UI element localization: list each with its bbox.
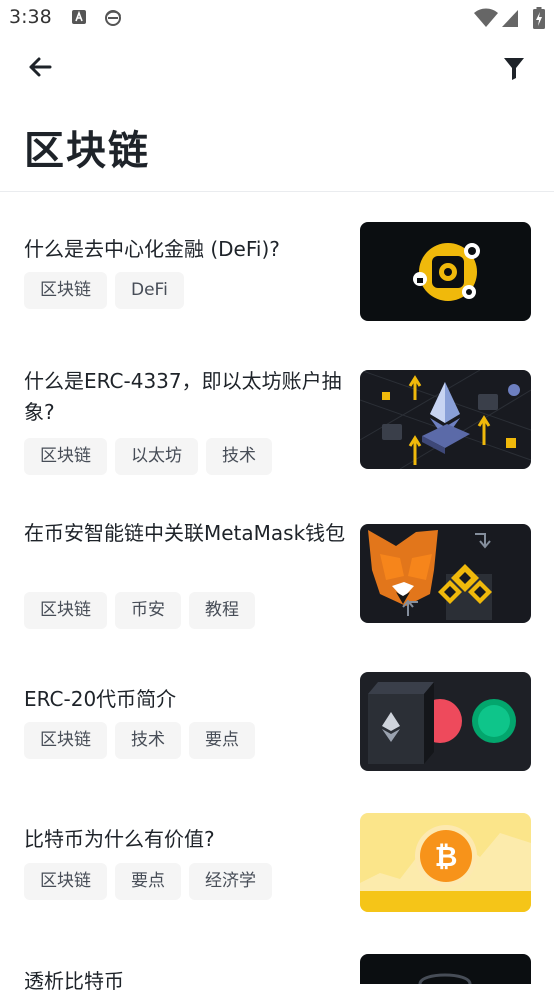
article-title[interactable]: ERC-20代币简介 — [24, 684, 346, 715]
article-item[interactable]: 比特币为什么有价值? 区块链 要点 经济学 ₿ — [0, 813, 554, 923]
filter-button[interactable] — [496, 50, 532, 86]
tag-chip[interactable]: 经济学 — [189, 863, 272, 900]
article-item[interactable]: 什么是ERC-4337，即以太坊账户抽象? 区块链 以太坊 技术 — [0, 369, 554, 480]
article-thumbnail-bitcoin[interactable]: ₿ — [360, 813, 531, 912]
article-thumbnail-ethereum[interactable] — [360, 370, 531, 469]
tag-chip[interactable]: 币安 — [115, 592, 181, 629]
article-tags: 区块链 币安 教程 — [24, 592, 255, 629]
article-tags: 区块链 DeFi — [24, 272, 184, 309]
article-thumbnail-bitcoin-dark[interactable] — [360, 954, 531, 984]
article-thumbnail-defi[interactable] — [360, 222, 531, 321]
article-title[interactable]: 什么是去中心化金融 (DeFi)? — [24, 234, 346, 265]
page-title: 区块链 — [24, 128, 150, 174]
top-app-bar — [0, 40, 554, 96]
notification-a-icon — [71, 9, 87, 29]
tag-chip[interactable]: 要点 — [115, 863, 181, 900]
article-thumbnail-metamask[interactable] — [360, 524, 531, 623]
tag-chip[interactable]: 区块链 — [24, 272, 107, 309]
battery-icon — [533, 7, 545, 33]
tag-chip[interactable]: DeFi — [115, 272, 184, 309]
browser-e-icon — [104, 9, 122, 31]
article-thumbnail-erc20[interactable] — [360, 672, 531, 771]
tag-chip[interactable]: 教程 — [189, 592, 255, 629]
tag-chip[interactable]: 技术 — [115, 722, 181, 759]
article-title[interactable]: 透析比特币 — [24, 966, 346, 997]
filter-icon — [504, 58, 524, 80]
tag-chip[interactable]: 以太坊 — [115, 438, 198, 475]
article-item[interactable]: 在币安智能链中关联MetaMask钱包 区块链 币安 教程 — [0, 521, 554, 634]
wifi-icon — [474, 8, 498, 32]
back-button[interactable] — [22, 50, 58, 86]
article-title[interactable]: 在币安智能链中关联MetaMask钱包 — [24, 518, 346, 549]
article-title[interactable]: 什么是ERC-4337，即以太坊账户抽象? — [24, 366, 346, 428]
article-item[interactable]: 什么是去中心化金融 (DeFi)? 区块链 DeFi — [0, 222, 554, 332]
article-tags: 区块链 以太坊 技术 — [24, 438, 272, 475]
tag-chip[interactable]: 区块链 — [24, 438, 107, 475]
status-bar: 3:38 — [0, 0, 554, 36]
tag-chip[interactable]: 要点 — [189, 722, 255, 759]
article-tags: 区块链 技术 要点 — [24, 722, 255, 759]
tag-chip[interactable]: 区块链 — [24, 863, 107, 900]
article-item[interactable]: ERC-20代币简介 区块链 技术 要点 — [0, 672, 554, 782]
back-arrow-icon — [29, 57, 52, 77]
article-item[interactable]: 透析比特币 — [0, 954, 554, 993]
tag-chip[interactable]: 技术 — [206, 438, 272, 475]
header-divider — [0, 191, 554, 192]
svg-text:₿: ₿ — [435, 840, 458, 873]
article-tags: 区块链 要点 经济学 — [24, 863, 272, 900]
status-time: 3:38 — [9, 6, 52, 28]
signal-icon — [501, 8, 519, 32]
tag-chip[interactable]: 区块链 — [24, 592, 107, 629]
tag-chip[interactable]: 区块链 — [24, 722, 107, 759]
article-title[interactable]: 比特币为什么有价值? — [24, 824, 346, 855]
